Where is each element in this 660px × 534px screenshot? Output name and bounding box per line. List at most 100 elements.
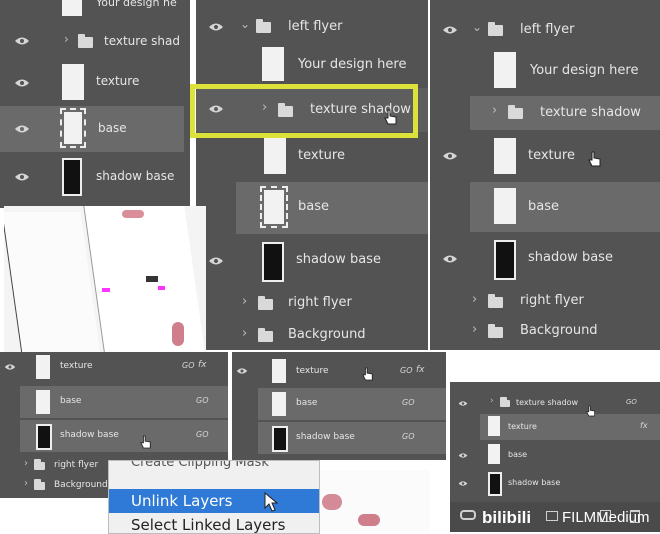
layer-row-base[interactable]: base GO [258, 388, 446, 420]
layer-label: right flyer [520, 293, 584, 308]
flyer-sheet [82, 206, 206, 352]
layers-panel-c: ⌄ left flyer Your design here › texture … [430, 0, 660, 350]
layer-label: texture [508, 422, 537, 431]
fx-icon[interactable]: fx [416, 365, 425, 375]
layer-row-texture-shadow[interactable]: › texture shad [0, 22, 190, 60]
link-icon: GO [400, 366, 413, 375]
chevron-right-icon[interactable]: › [492, 104, 497, 117]
layer-label: texture [528, 148, 575, 163]
layer-label: texture shad [104, 34, 180, 48]
layer-row-texture[interactable]: texture fx [480, 414, 660, 440]
chevron-right-icon[interactable]: › [472, 293, 477, 306]
layer-label: Your design he [96, 0, 177, 9]
visibility-eye-icon[interactable] [458, 452, 474, 462]
layer-row-shadow-base[interactable]: shadow base [430, 234, 660, 284]
layer-row-shadow-base[interactable]: shadow base [0, 154, 190, 200]
selection-handle[interactable] [102, 288, 110, 292]
link-layers-icon[interactable] [460, 510, 476, 520]
layer-row-base[interactable]: base [470, 182, 660, 232]
visibility-eye-icon[interactable] [458, 480, 474, 490]
visibility-eye-icon[interactable] [442, 25, 458, 35]
hand-cursor-icon [362, 367, 373, 381]
layer-row-right-flyer[interactable]: › right flyer [196, 290, 428, 316]
layer-label: texture shadow [540, 105, 641, 120]
visibility-eye-icon[interactable] [4, 363, 20, 373]
chevron-down-icon[interactable]: ⌄ [240, 18, 250, 30]
layer-thumbnail [260, 186, 288, 228]
layer-row-base[interactable]: base GO [20, 386, 228, 418]
layer-thumbnail [494, 240, 516, 280]
visibility-eye-icon[interactable] [208, 22, 224, 32]
layer-row-left-flyer[interactable]: ⌄ left flyer [430, 14, 660, 46]
layer-row-right-flyer[interactable]: › right flyer [430, 288, 660, 314]
link-icon: GO [626, 398, 637, 406]
layer-row-your-design[interactable]: Your design here [430, 48, 660, 94]
link-icon: GO [402, 398, 415, 407]
layer-row-texture-shadow[interactable]: › texture shadow [470, 96, 660, 130]
fx-icon[interactable]: fx [640, 421, 648, 430]
layer-row-base[interactable]: base [236, 182, 428, 234]
layer-row-texture[interactable]: texture [0, 60, 190, 106]
chevron-right-icon[interactable]: › [242, 327, 247, 340]
visibility-eye-icon[interactable] [14, 124, 30, 134]
visibility-eye-icon[interactable] [14, 172, 30, 182]
layer-row-shadow-base[interactable]: shadow base GO [258, 422, 446, 454]
visibility-eye-icon[interactable] [458, 400, 474, 410]
visibility-eye-icon[interactable] [442, 151, 458, 161]
layer-label: left flyer [288, 19, 343, 34]
layer-row-left-flyer[interactable]: ⌄ left flyer [196, 10, 428, 44]
layer-row-partial[interactable]: Your design he [0, 0, 190, 18]
layer-row-shadow-base[interactable]: shadow base [196, 236, 428, 286]
layer-thumbnail [60, 108, 86, 148]
layer-row-texture[interactable]: texture [430, 132, 660, 180]
layer-row-texture[interactable]: texture GO fx [232, 356, 446, 386]
chevron-right-icon[interactable]: › [242, 295, 247, 308]
chevron-right-icon[interactable]: › [472, 323, 477, 336]
chevron-right-icon[interactable]: › [24, 479, 28, 489]
layer-row-your-design[interactable]: Your design here [196, 44, 428, 86]
layer-row-base[interactable]: base [0, 106, 184, 152]
layer-thumbnail [36, 424, 52, 450]
visibility-eye-icon[interactable] [208, 256, 224, 266]
layer-label: shadow base [296, 432, 355, 442]
layer-row-texture[interactable]: texture [196, 134, 428, 180]
menu-item-select-linked-layers[interactable]: Select Linked Layers [109, 515, 319, 533]
selection-handle[interactable] [158, 286, 165, 290]
menu-item-create-clipping-mask[interactable]: Create Clipping Mask [109, 461, 319, 471]
chevron-right-icon[interactable]: › [490, 397, 494, 406]
layer-thumbnail [62, 64, 84, 100]
layer-row-base[interactable]: base [450, 442, 660, 468]
folder-open-icon [256, 19, 271, 33]
layer-thumbnail [36, 390, 50, 414]
visibility-eye-icon[interactable] [442, 254, 458, 264]
layer-row-texture[interactable]: texture GO fx [0, 352, 228, 382]
visibility-eye-icon[interactable] [14, 36, 30, 46]
chevron-down-icon[interactable]: ⌄ [472, 21, 482, 33]
selection-handle[interactable] [146, 276, 158, 282]
link-icon: GO [402, 432, 415, 441]
layer-row-texture-shadow[interactable]: › texture shadow GO [450, 394, 660, 412]
layer-row-background[interactable]: › Background [430, 318, 660, 344]
folder-icon [500, 397, 510, 407]
layer-label: texture [96, 74, 140, 88]
visibility-eye-icon[interactable] [236, 367, 252, 377]
watermark-brand: bilibili [482, 508, 532, 527]
layer-row-shadow-base[interactable]: shadow base [450, 470, 660, 496]
folder-open-icon [488, 22, 503, 36]
layer-thumbnail [272, 392, 286, 416]
layer-row-shadow-base[interactable]: shadow base GO [20, 420, 228, 452]
chevron-right-icon[interactable]: › [64, 33, 69, 45]
menu-item-label: Unlink Layers [131, 492, 233, 510]
layer-thumbnail [272, 426, 288, 452]
layer-row-background[interactable]: › Background [196, 322, 428, 348]
layer-thumbnail [494, 188, 516, 224]
layer-thumbnail [488, 416, 500, 436]
smart-object-thumbnail [494, 52, 516, 88]
fx-icon[interactable]: fx [198, 360, 207, 370]
layer-label: shadow base [296, 252, 381, 267]
menu-item-unlink-layers[interactable]: Unlink Layers [109, 489, 319, 513]
folder-icon [258, 296, 273, 310]
visibility-eye-icon[interactable] [14, 78, 30, 88]
folder-icon [488, 324, 503, 338]
chevron-right-icon[interactable]: › [24, 459, 28, 469]
